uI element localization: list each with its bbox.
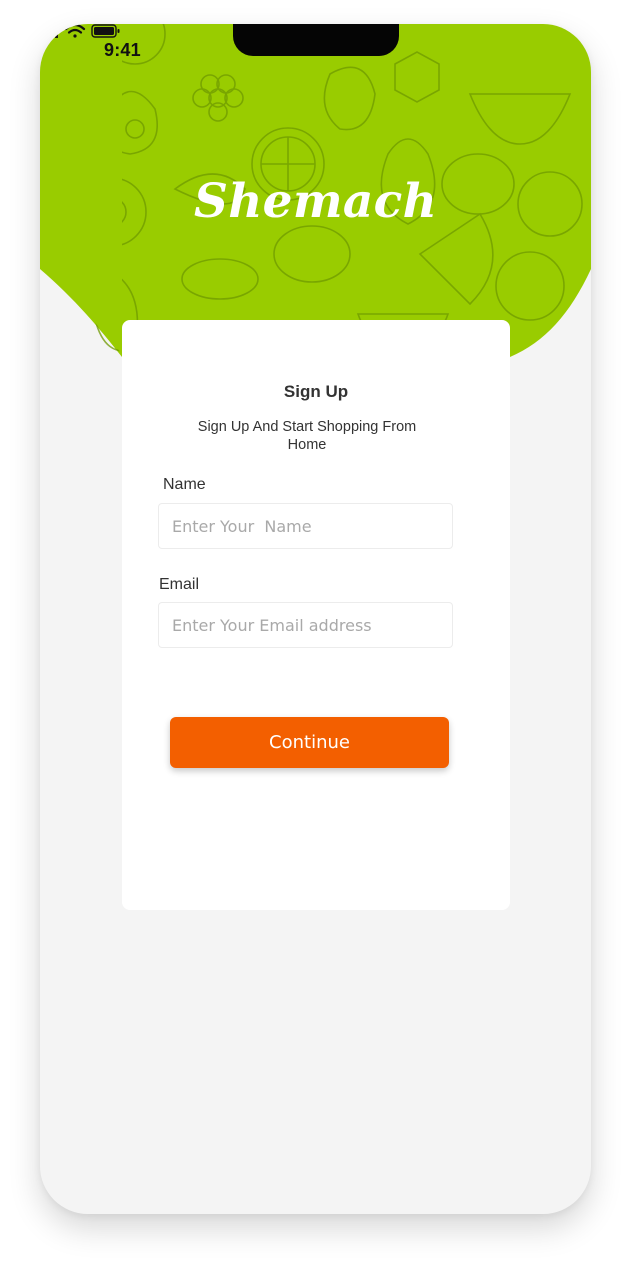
signup-title: Sign Up <box>283 382 349 401</box>
phone-frame: 9:41 Shemach Sign Up Sign Up And Start S… <box>40 24 591 1214</box>
continue-button[interactable]: Continue <box>170 717 449 768</box>
name-field[interactable] <box>158 503 453 549</box>
name-label: Name <box>163 476 206 493</box>
email-field[interactable] <box>158 602 453 648</box>
signup-subtitle: Sign Up And Start Shopping From Home <box>197 419 417 453</box>
battery-icon <box>91 24 120 38</box>
cellular-signal-icon <box>40 24 58 38</box>
email-label: Email <box>159 576 200 593</box>
brand-title: Shemach <box>193 174 438 229</box>
status-time: 9:41 <box>104 40 141 60</box>
email-input[interactable] <box>159 603 452 647</box>
wifi-icon <box>64 24 86 38</box>
status-icons <box>40 24 120 38</box>
device-notch <box>233 24 399 56</box>
signup-card: Sign Up Sign Up And Start Shopping From … <box>122 320 510 910</box>
name-input[interactable] <box>159 504 452 548</box>
